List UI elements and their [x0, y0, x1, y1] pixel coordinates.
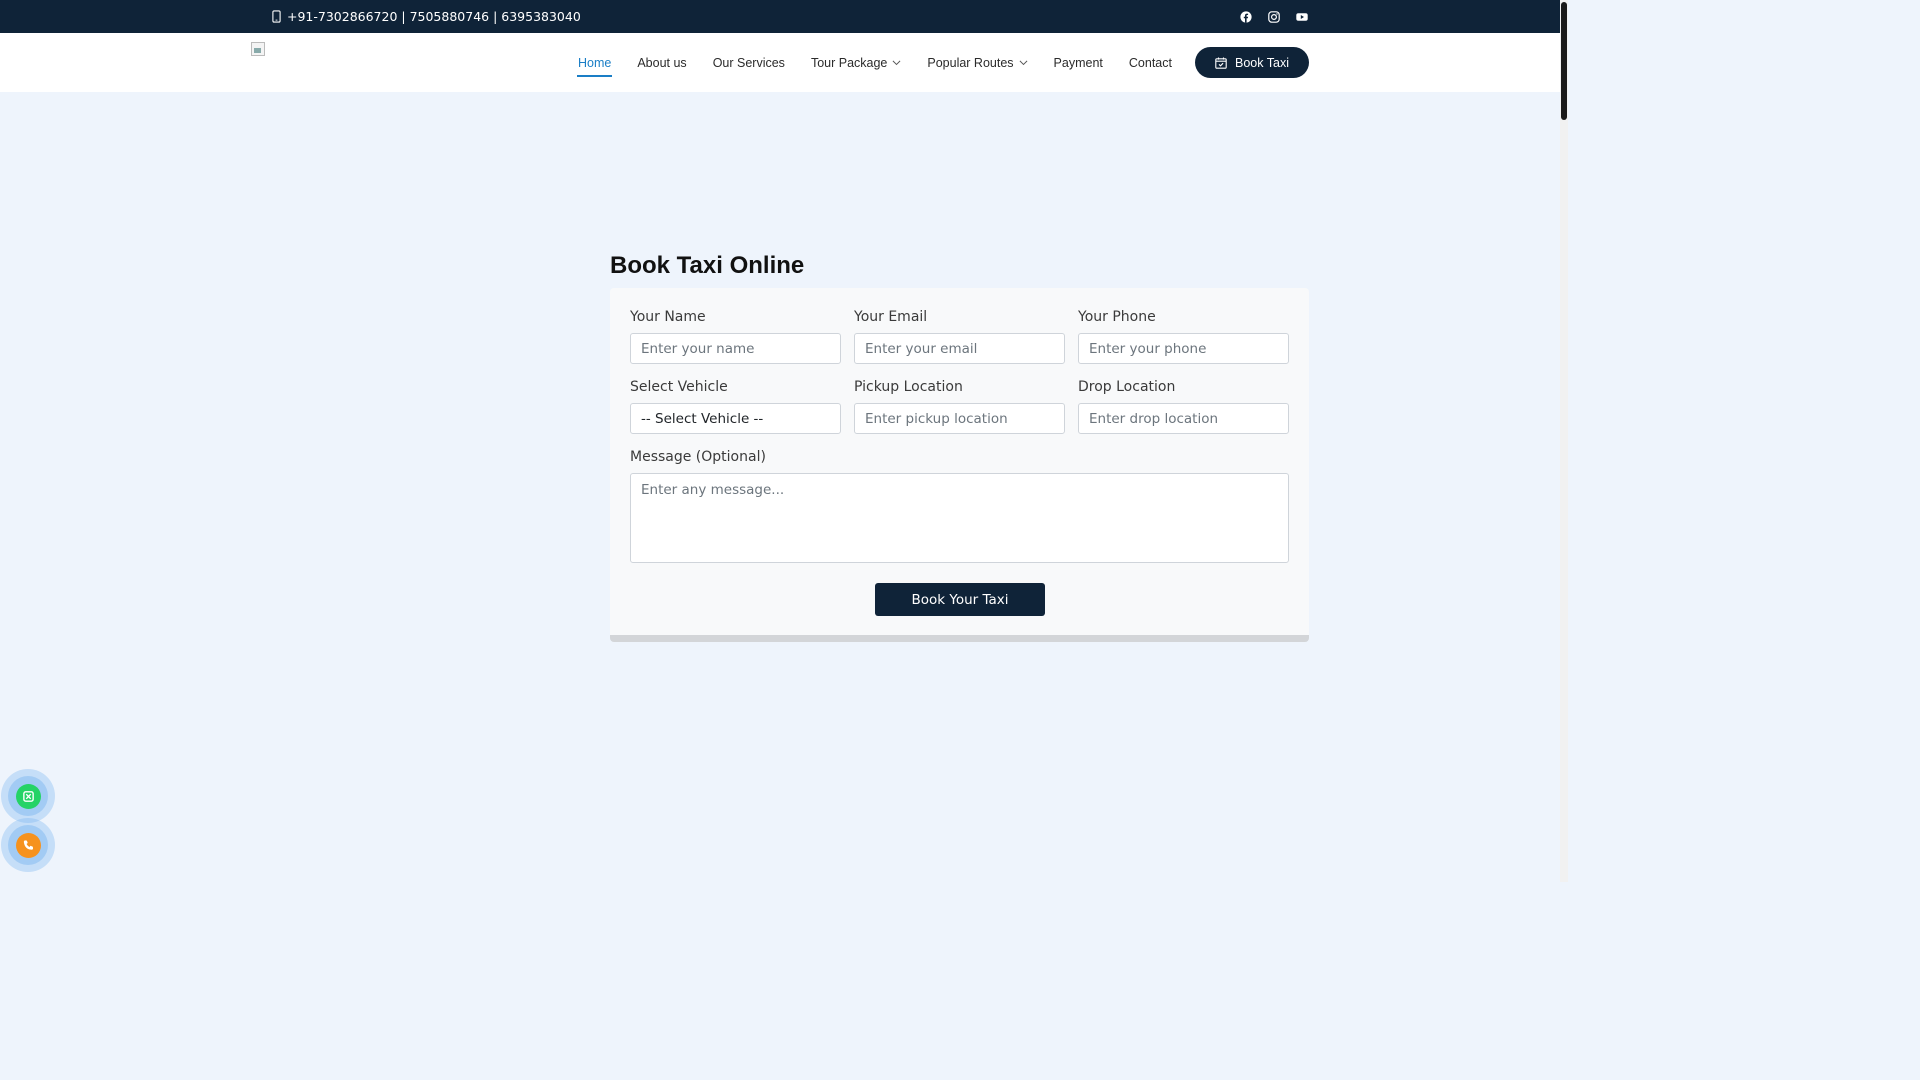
main-navbar: Home About us Our Services Tour Package …	[0, 33, 1560, 92]
main-nav: Home About us Our Services Tour Package …	[576, 33, 1198, 92]
email-input[interactable]: Enter your email	[854, 333, 1065, 364]
vehicle-label: Select Vehicle	[630, 379, 728, 395]
nav-contact[interactable]: Contact	[1129, 33, 1172, 92]
nav-about[interactable]: About us	[637, 33, 686, 92]
nav-popular-routes[interactable]: Popular Routes	[927, 33, 1027, 92]
facebook-icon[interactable]	[1240, 10, 1252, 23]
phone-input[interactable]: Enter your phone	[1078, 333, 1289, 364]
scrollbar-thumb[interactable]	[1561, 2, 1567, 120]
email-label: Your Email	[854, 309, 928, 325]
mobile-icon	[272, 10, 281, 23]
phone-label: Your Phone	[1078, 309, 1156, 325]
nav-home[interactable]: Home	[576, 33, 613, 92]
phone-numbers: +91-7302866720 | 7505880746 | 6395383040	[287, 9, 581, 24]
name-input[interactable]: Enter your name	[630, 333, 841, 364]
chevron-down-icon	[1019, 60, 1027, 66]
instagram-icon[interactable]	[1268, 10, 1280, 23]
nav-services[interactable]: Our Services	[713, 33, 785, 92]
booking-title: Book Taxi Online	[610, 252, 805, 279]
message-label: Message (Optional)	[630, 449, 766, 465]
call-float-button[interactable]	[1, 818, 55, 872]
drop-input[interactable]: Enter drop location	[1078, 403, 1289, 434]
pickup-input[interactable]: Enter pickup location	[854, 403, 1065, 434]
book-your-taxi-button[interactable]: Book Your Taxi	[875, 583, 1045, 616]
nav-tour-package[interactable]: Tour Package	[811, 33, 901, 92]
site-logo[interactable]	[251, 42, 265, 56]
whatsapp-icon	[22, 790, 34, 802]
book-taxi-button[interactable]: Book Taxi	[1195, 47, 1309, 78]
booking-form: Your Name Enter your name Your Email Ent…	[610, 288, 1309, 642]
drop-label: Drop Location	[1078, 379, 1176, 395]
nav-payment[interactable]: Payment	[1054, 33, 1103, 92]
top-bar: +91-7302866720 | 7505880746 | 6395383040	[0, 0, 1560, 33]
page-scrollbar[interactable]	[1560, 0, 1568, 882]
pickup-label: Pickup Location	[854, 379, 963, 395]
social-links	[1240, 0, 1308, 33]
calendar-check-icon	[1215, 57, 1227, 69]
phone-icon	[23, 839, 33, 850]
youtube-icon[interactable]	[1296, 11, 1308, 23]
vehicle-select[interactable]: -- Select Vehicle --	[630, 403, 841, 434]
whatsapp-float-button[interactable]	[1, 769, 55, 823]
contact-phones[interactable]: +91-7302866720 | 7505880746 | 6395383040	[272, 0, 581, 33]
chevron-down-icon	[892, 60, 901, 66]
message-textarea[interactable]: Enter any message...	[630, 473, 1289, 563]
name-label: Your Name	[630, 309, 706, 325]
